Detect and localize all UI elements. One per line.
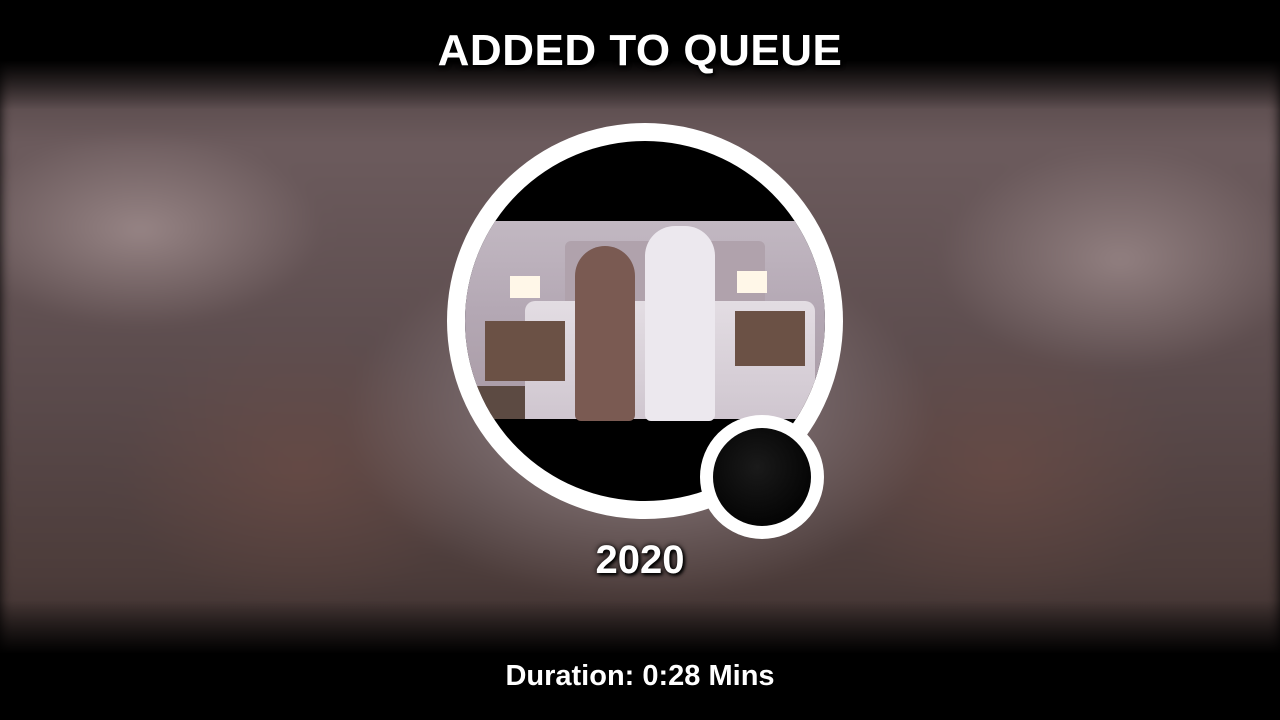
queue-status-title: ADDED TO QUEUE xyxy=(437,26,843,75)
track-title: 2020 xyxy=(595,538,685,582)
thumbnail-image xyxy=(465,221,825,421)
track-duration: Duration: 0:28 Mins xyxy=(505,660,775,692)
requester-avatar xyxy=(713,428,811,526)
requester-avatar-frame xyxy=(700,415,824,539)
